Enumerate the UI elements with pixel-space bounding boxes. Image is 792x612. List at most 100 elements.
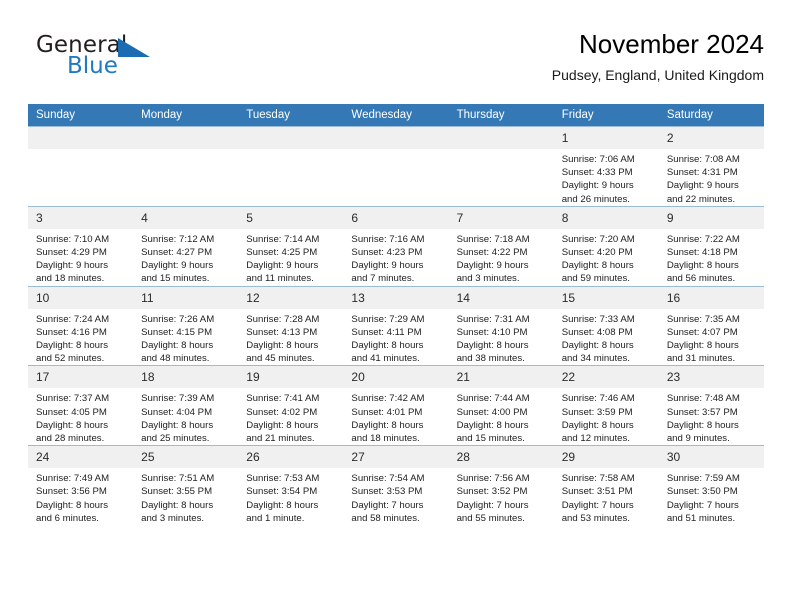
day-number: 6 (343, 206, 449, 229)
daylight-duration-line2: and 22 minutes. (666, 193, 736, 205)
calendar-day-cell[interactable]: 2 Sunrise: 7:08 AM Sunset: 4:31 PM Daylight… (658, 126, 764, 207)
day-number: 9 (658, 206, 764, 229)
sunrise-time: Sunrise: 7:18 AM (456, 233, 530, 245)
sunrise-time: Sunrise: 7:06 AM (561, 154, 635, 165)
day-details: Sunrise: 7:20 AM Sunset: 4:20 PM Daylight:… (554, 229, 659, 286)
day-number: 14 (448, 286, 554, 309)
weekday-header-friday: Friday (553, 104, 659, 127)
calendar-day-cell[interactable]: 10 Sunrise: 7:24 AM Sunset: 4:16 PM Dayligh… (28, 285, 134, 366)
calendar-day-cell-empty (133, 126, 239, 207)
day-details: Sunrise: 7:39 AM Sunset: 4:04 PM Daylight:… (133, 388, 238, 445)
daylight-duration-line2: and 12 minutes. (561, 433, 630, 445)
calendar-day-cell[interactable]: 22 Sunrise: 7:46 AM Sunset: 3:59 PM Dayligh… (553, 365, 659, 446)
page-subtitle: Pudsey, England, United Kingdom (551, 67, 764, 83)
calendar-week-row: 1 Sunrise: 7:06 AM Sunset: 4:33 PM Daylight… (28, 126, 764, 207)
logo-triangle-icon (118, 38, 150, 57)
calendar-day-cell[interactable]: 12 Sunrise: 7:28 AM Sunset: 4:13 PM Dayligh… (238, 285, 344, 366)
calendar-day-cell[interactable]: 19 Sunrise: 7:41 AM Sunset: 4:02 PM Dayligh… (238, 365, 344, 446)
day-details: Sunrise: 7:41 AM Sunset: 4:02 PM Daylight:… (238, 388, 343, 445)
daylight-duration-line1: Daylight: 9 hours (351, 260, 424, 272)
calendar-day-cell[interactable]: 1 Sunrise: 7:06 AM Sunset: 4:33 PM Daylight… (553, 126, 659, 207)
sunset-time: Sunset: 4:29 PM (36, 247, 107, 259)
calendar-day-cell[interactable]: 30 Sunrise: 7:59 AM Sunset: 3:50 PM Dayligh… (658, 445, 764, 526)
daylight-duration-line1: Daylight: 7 hours (561, 499, 634, 511)
daylight-duration-line2: and 28 minutes. (36, 433, 105, 445)
calendar-day-cell[interactable]: 17 Sunrise: 7:37 AM Sunset: 4:05 PM Dayligh… (28, 365, 134, 446)
calendar-week-row: 3 Sunrise: 7:10 AM Sunset: 4:29 PM Daylight… (28, 205, 764, 287)
day-details: Sunrise: 7:48 AM Sunset: 3:57 PM Daylight:… (659, 388, 764, 445)
day-number: 23 (658, 366, 764, 389)
sunset-time: Sunset: 4:07 PM (666, 326, 738, 338)
day-number: 4 (133, 206, 239, 229)
calendar-day-cell[interactable]: 11 Sunrise: 7:26 AM Sunset: 4:15 PM Dayligh… (133, 285, 239, 366)
sunset-time: Sunset: 4:04 PM (141, 406, 213, 418)
daylight-duration-line2: and 45 minutes. (246, 353, 315, 365)
sunrise-time: Sunrise: 7:16 AM (351, 233, 425, 245)
calendar-day-cell[interactable]: 13 Sunrise: 7:29 AM Sunset: 4:11 PM Dayligh… (343, 285, 449, 366)
calendar-day-cell[interactable]: 21 Sunrise: 7:44 AM Sunset: 4:00 PM Dayligh… (448, 365, 554, 446)
daylight-duration-line1: Daylight: 8 hours (666, 260, 739, 272)
calendar-day-cell[interactable]: 27 Sunrise: 7:54 AM Sunset: 3:53 PM Dayligh… (343, 445, 449, 526)
calendar-day-cell[interactable]: 18 Sunrise: 7:39 AM Sunset: 4:04 PM Dayligh… (133, 365, 239, 446)
daylight-duration-line2: and 53 minutes. (561, 512, 630, 524)
calendar-day-cell[interactable]: 15 Sunrise: 7:33 AM Sunset: 4:08 PM Dayligh… (553, 285, 659, 366)
day-number: 10 (28, 286, 134, 309)
calendar-day-cell[interactable]: 14 Sunrise: 7:31 AM Sunset: 4:10 PM Dayligh… (448, 285, 554, 366)
daylight-duration-line2: and 3 minutes. (141, 512, 205, 524)
sunset-time: Sunset: 3:53 PM (351, 486, 423, 498)
calendar-day-cell[interactable]: 26 Sunrise: 7:53 AM Sunset: 3:54 PM Dayligh… (238, 445, 344, 526)
daylight-duration-line1: Daylight: 8 hours (561, 340, 634, 352)
day-details: Sunrise: 7:54 AM Sunset: 3:53 PM Daylight:… (343, 468, 448, 525)
calendar-day-cell-empty (343, 126, 449, 207)
title-block: November 2024 Pudsey, England, United Ki… (552, 28, 764, 84)
sunrise-time: Sunrise: 7:42 AM (351, 393, 425, 405)
sunrise-time: Sunrise: 7:46 AM (561, 393, 635, 405)
day-number: 8 (553, 206, 659, 229)
daylight-duration-line1: Daylight: 7 hours (456, 499, 529, 511)
daylight-duration-line1: Daylight: 8 hours (36, 499, 108, 511)
general-blue-logo[interactable]: General Blue (36, 32, 226, 86)
logo-text-blue: Blue (67, 53, 118, 79)
sunrise-time: Sunrise: 7:53 AM (246, 473, 320, 485)
sunrise-time: Sunrise: 7:22 AM (666, 233, 740, 245)
sunrise-time: Sunrise: 7:20 AM (561, 233, 635, 245)
calendar-day-cell[interactable]: 25 Sunrise: 7:51 AM Sunset: 3:55 PM Dayligh… (133, 445, 239, 526)
calendar-day-cell[interactable]: 9 Sunrise: 7:22 AM Sunset: 4:18 PM Daylight… (658, 205, 764, 287)
daylight-duration-line2: and 51 minutes. (666, 512, 736, 524)
day-details: Sunrise: 7:26 AM Sunset: 4:15 PM Daylight:… (133, 309, 238, 366)
calendar-day-cell[interactable]: 6 Sunrise: 7:16 AM Sunset: 4:23 PM Daylight… (343, 205, 449, 287)
sunrise-time: Sunrise: 7:26 AM (141, 313, 215, 325)
calendar-day-cell[interactable]: 28 Sunrise: 7:56 AM Sunset: 3:52 PM Dayligh… (448, 445, 554, 526)
daylight-duration-line2: and 18 minutes. (36, 273, 105, 285)
daylight-duration-line1: Daylight: 8 hours (351, 340, 424, 352)
daylight-duration-line1: Daylight: 9 hours (36, 260, 108, 272)
calendar-day-cell[interactable]: 16 Sunrise: 7:35 AM Sunset: 4:07 PM Dayligh… (658, 285, 764, 366)
calendar-day-cell-empty (238, 126, 344, 207)
calendar-day-cell[interactable]: 7 Sunrise: 7:18 AM Sunset: 4:22 PM Daylight… (448, 205, 554, 287)
calendar-day-cell[interactable]: 29 Sunrise: 7:58 AM Sunset: 3:51 PM Dayligh… (553, 445, 659, 526)
calendar-day-cell[interactable]: 5 Sunrise: 7:14 AM Sunset: 4:25 PM Daylight… (238, 205, 344, 287)
calendar-day-cell[interactable]: 4 Sunrise: 7:12 AM Sunset: 4:27 PM Daylight… (133, 205, 239, 287)
calendar-day-cell[interactable]: 8 Sunrise: 7:20 AM Sunset: 4:20 PM Daylight… (553, 205, 659, 287)
daylight-duration-line1: Daylight: 8 hours (666, 340, 739, 352)
daylight-duration-line2: and 11 minutes. (246, 273, 314, 285)
day-details: Sunrise: 7:28 AM Sunset: 4:13 PM Daylight:… (238, 309, 343, 366)
calendar-day-cell[interactable]: 3 Sunrise: 7:10 AM Sunset: 4:29 PM Daylight… (28, 205, 134, 287)
sunrise-time: Sunrise: 7:28 AM (246, 313, 320, 325)
daylight-duration-line2: and 25 minutes. (141, 433, 210, 445)
day-details: Sunrise: 7:42 AM Sunset: 4:01 PM Daylight:… (343, 388, 448, 445)
calendar-day-cell[interactable]: 23 Sunrise: 7:48 AM Sunset: 3:57 PM Dayligh… (658, 365, 764, 446)
calendar-day-cell[interactable]: 20 Sunrise: 7:42 AM Sunset: 4:01 PM Dayligh… (343, 365, 449, 446)
day-number: 28 (448, 446, 554, 469)
day-number: 12 (238, 286, 344, 309)
daylight-duration-line1: Daylight: 8 hours (141, 419, 214, 431)
sunrise-time: Sunrise: 7:10 AM (36, 233, 110, 245)
sunset-time: Sunset: 4:27 PM (141, 247, 213, 259)
sunset-time: Sunset: 3:57 PM (666, 406, 738, 418)
calendar-body: 1 Sunrise: 7:06 AM Sunset: 4:33 PM Daylight… (28, 126, 764, 526)
day-details: Sunrise: 7:53 AM Sunset: 3:54 PM Daylight:… (238, 468, 343, 525)
calendar-day-cell[interactable]: 24 Sunrise: 7:49 AM Sunset: 3:56 PM Dayligh… (28, 445, 134, 526)
day-details: Sunrise: 7:06 AM Sunset: 4:33 PM Daylight:… (554, 149, 659, 206)
sunset-time: Sunset: 4:13 PM (246, 326, 318, 338)
day-details: Sunrise: 7:29 AM Sunset: 4:11 PM Daylight:… (343, 309, 448, 366)
